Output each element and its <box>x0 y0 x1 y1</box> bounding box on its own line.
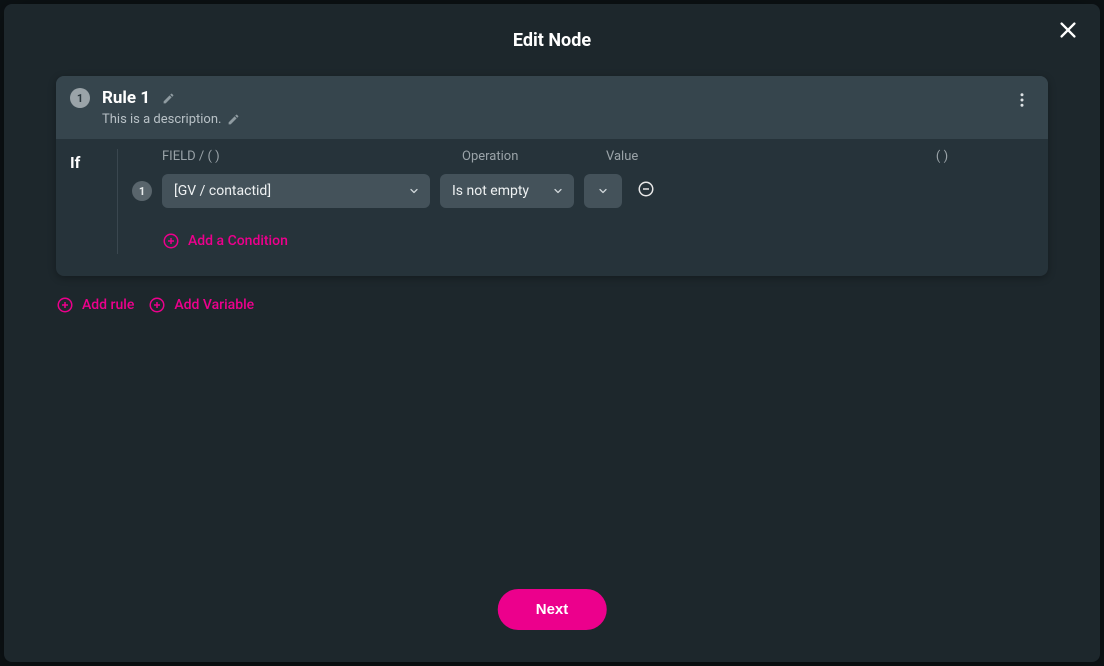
modal-content: 1 Rule 1 This is a description. <box>4 76 1100 314</box>
add-rule-button[interactable]: Add rule <box>56 296 134 314</box>
modal-title: Edit Node <box>513 30 591 51</box>
rule-description: This is a description. <box>102 112 221 127</box>
plus-circle-icon <box>56 296 74 314</box>
operation-select-value: Is not empty <box>452 183 529 199</box>
condition-index-badge: 1 <box>132 181 152 201</box>
chevron-down-icon <box>408 185 420 197</box>
rule-title-row: 1 Rule 1 <box>70 88 1028 108</box>
label-operation: Operation <box>462 149 606 164</box>
conditions-column: FIELD / ( ) Operation Value ( ) 1 [GV / … <box>118 149 1028 254</box>
label-field: FIELD / ( ) <box>162 149 462 164</box>
next-button[interactable]: Next <box>498 589 607 630</box>
add-variable-button[interactable]: Add Variable <box>148 296 254 314</box>
value-select[interactable] <box>584 174 622 208</box>
edit-node-modal: Edit Node 1 Rule 1 <box>4 4 1100 662</box>
label-value: Value <box>606 149 922 164</box>
add-rule-label: Add rule <box>82 297 134 313</box>
field-select-value: [GV / contactid] <box>174 183 271 199</box>
condition-row: 1 [GV / contactid] Is not empty <box>162 174 1028 208</box>
plus-circle-icon <box>162 232 180 250</box>
edit-description-icon[interactable] <box>227 113 240 126</box>
footer-actions: Add rule Add Variable <box>56 296 1048 314</box>
add-condition-label: Add a Condition <box>188 233 288 249</box>
chevron-down-icon <box>597 185 609 197</box>
minus-circle-icon <box>637 180 655 202</box>
rule-header: 1 Rule 1 This is a description. <box>56 76 1048 139</box>
condition-labels: FIELD / ( ) Operation Value ( ) <box>162 149 1028 164</box>
rule-menu-button[interactable] <box>1010 90 1034 114</box>
edit-title-icon[interactable] <box>162 92 175 105</box>
add-condition-button[interactable]: Add a Condition <box>162 232 288 250</box>
rule-description-row: This is a description. <box>102 112 1028 127</box>
close-icon <box>1057 19 1079 45</box>
rule-index-badge: 1 <box>70 88 90 108</box>
plus-circle-icon <box>148 296 166 314</box>
rule-title: Rule 1 <box>102 88 150 108</box>
if-label: If <box>66 149 118 254</box>
rule-body: If FIELD / ( ) Operation Value ( ) 1 [GV… <box>56 139 1048 276</box>
add-variable-label: Add Variable <box>174 297 254 313</box>
rule-card: 1 Rule 1 This is a description. <box>56 76 1048 276</box>
close-button[interactable] <box>1054 18 1082 46</box>
chevron-down-icon <box>552 185 564 197</box>
modal-header: Edit Node <box>4 4 1100 76</box>
remove-condition-button[interactable] <box>636 181 656 201</box>
kebab-icon <box>1013 91 1031 113</box>
operation-select[interactable]: Is not empty <box>440 174 574 208</box>
label-paren: ( ) <box>922 149 962 164</box>
field-select[interactable]: [GV / contactid] <box>162 174 430 208</box>
